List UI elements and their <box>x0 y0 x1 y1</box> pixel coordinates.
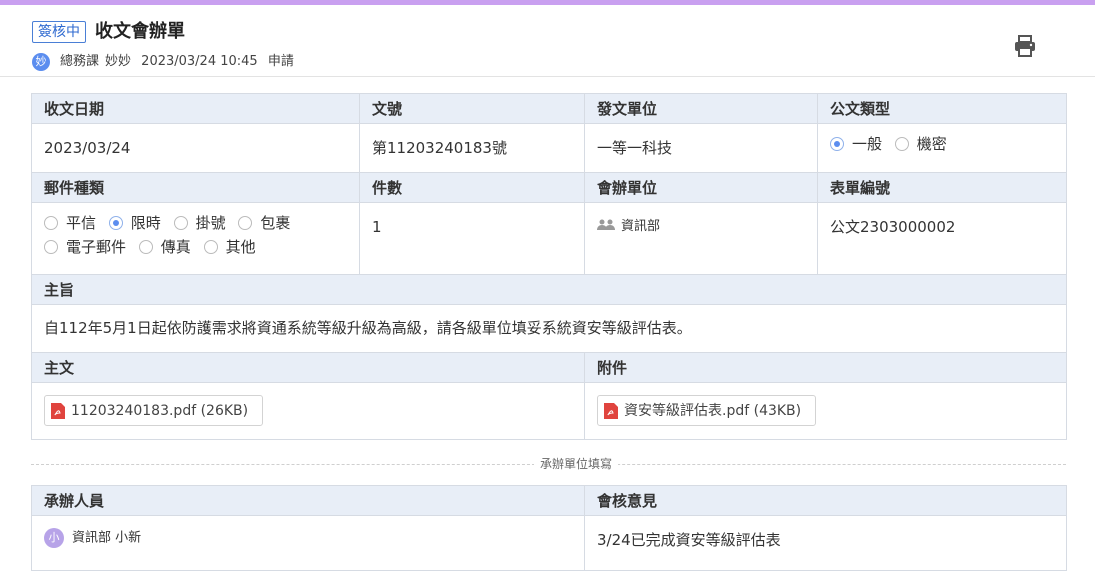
mail-fax-radio[interactable]: 傳真 <box>138 238 191 256</box>
mail-express-radio[interactable]: 限時 <box>108 214 161 232</box>
attachment-file-link[interactable]: 資安等級評估表.pdf (43KB) <box>597 395 817 426</box>
doc-no-label: 文號 <box>359 93 585 124</box>
main-doc-cell: 11203240183.pdf (26KB) <box>31 382 585 440</box>
section-divider-label: 承辦單位填寫 <box>534 456 619 472</box>
radio-selected-icon <box>830 137 844 151</box>
radio-icon <box>173 216 188 230</box>
handler-dept: 資訊部 <box>72 530 112 546</box>
radio-icon <box>894 137 909 151</box>
doc-type-general-radio[interactable]: 一般 <box>830 135 882 153</box>
main-doc-file-link[interactable]: 11203240183.pdf (26KB) <box>44 395 264 426</box>
opinion-value: 3/24已完成資安等級評估表 <box>584 515 1067 571</box>
doc-type-confidential-radio[interactable]: 機密 <box>894 135 947 153</box>
applicant-department: 總務課 <box>60 54 100 69</box>
printer-icon[interactable] <box>1013 35 1037 57</box>
main-doc-label: 主文 <box>31 352 585 383</box>
mail-type-options: 平信 限時 掛號 包裹 電子郵件 傳真 其他 <box>31 202 360 275</box>
handler-value: 小資訊部 小新 <box>31 515 585 571</box>
radio-icon <box>203 240 218 254</box>
attachment-cell: 資安等級評估表.pdf (43KB) <box>584 382 1067 440</box>
attachment-label: 附件 <box>584 352 1067 383</box>
handler-label: 承辦人員 <box>31 485 585 516</box>
avatar: 妙 <box>32 53 50 71</box>
co-unit-label: 會辦單位 <box>584 172 818 203</box>
handler-name: 小新 <box>115 530 142 546</box>
radio-icon <box>138 240 153 254</box>
receive-date-label: 收文日期 <box>31 93 360 124</box>
count-label: 件數 <box>359 172 585 203</box>
mail-regular-radio[interactable]: 平信 <box>44 214 96 232</box>
handler-table: 承辦人員 會核意見 小資訊部 小新 3/24已完成資安等級評估表 <box>31 485 1067 571</box>
receive-date-value: 2023/03/24 <box>31 123 360 173</box>
pdf-icon <box>51 402 65 419</box>
issuer-label: 發文單位 <box>584 93 818 124</box>
doc-type-label: 公文類型 <box>817 93 1067 124</box>
page-title: 收文會辦單 <box>95 21 185 42</box>
subject-label: 主旨 <box>31 274 1067 305</box>
issuer-value: 一等一科技 <box>584 123 818 173</box>
form-no-value: 公文2303000002 <box>817 202 1067 275</box>
radio-icon <box>44 240 58 254</box>
doc-type-options: 一般 機密 <box>817 123 1067 173</box>
applicant-name: 妙妙 <box>105 54 132 69</box>
mail-parcel-radio[interactable]: 包裹 <box>238 214 290 232</box>
radio-icon <box>238 216 253 230</box>
subject-value: 自112年5月1日起依防護需求將資通系統等級升級為高級，請各級單位填妥系統資安等… <box>31 304 1067 353</box>
mail-other-radio[interactable]: 其他 <box>203 238 256 256</box>
people-icon <box>597 219 615 230</box>
pdf-icon <box>604 402 618 419</box>
avatar: 小 <box>44 528 64 548</box>
opinion-label: 會核意見 <box>584 485 1067 516</box>
applicant-action: 申請 <box>267 54 294 69</box>
page-header: 簽核中 收文會辦單 妙 總務課 妙妙 2023/03/24 10:45 申請 <box>0 5 1095 77</box>
applicant-datetime: 2023/03/24 10:45 <box>141 54 258 69</box>
radio-selected-icon <box>108 216 123 230</box>
document-info-table: 收文日期 文號 發文單位 公文類型 2023/03/24 第1120324018… <box>31 93 1067 440</box>
mail-registered-radio[interactable]: 掛號 <box>173 214 226 232</box>
co-unit-value: 資訊部 <box>584 202 818 275</box>
status-badge: 簽核中 <box>32 21 86 43</box>
mail-email-radio[interactable]: 電子郵件 <box>44 238 126 256</box>
form-no-label: 表單編號 <box>817 172 1067 203</box>
mail-type-label: 郵件種類 <box>31 172 360 203</box>
doc-no-value: 第11203240183號 <box>359 123 585 173</box>
count-value: 1 <box>359 202 585 275</box>
applicant-meta: 總務課 妙妙 2023/03/24 10:45 申請 <box>60 53 300 71</box>
radio-icon <box>44 216 58 230</box>
